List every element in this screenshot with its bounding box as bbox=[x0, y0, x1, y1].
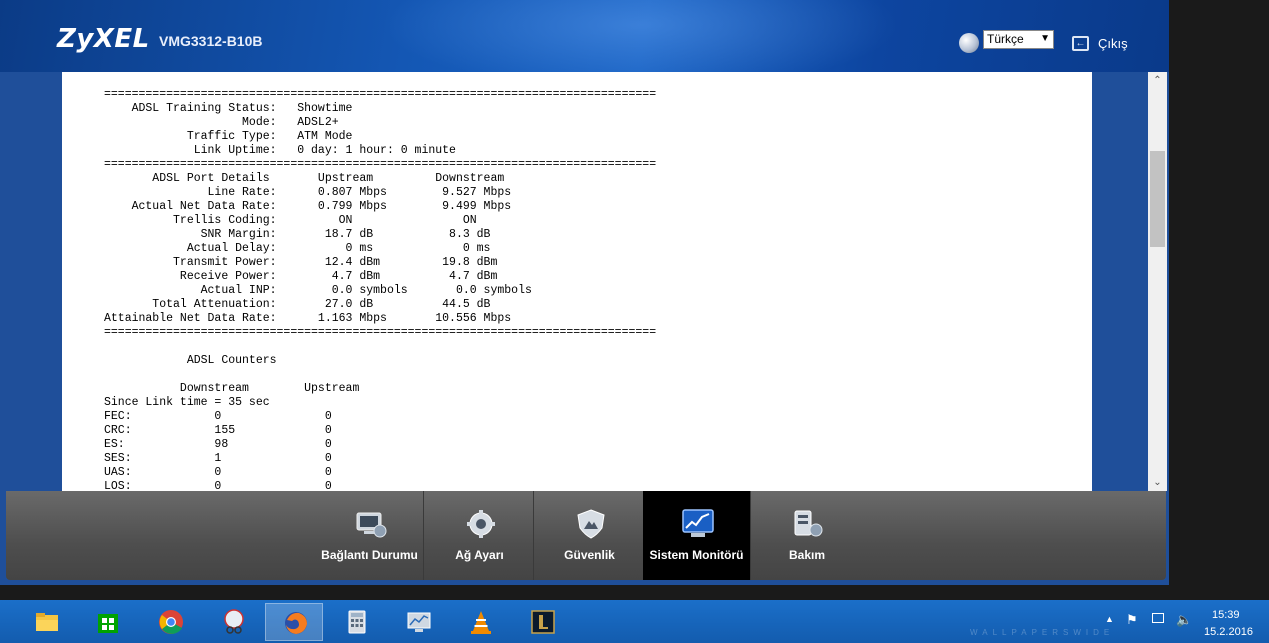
nav-system-monitor-label: Sistem Monitörü bbox=[649, 548, 744, 562]
nav-maintenance-label: Bakım bbox=[788, 548, 826, 562]
logout-link[interactable]: Çıkış bbox=[1098, 36, 1128, 51]
adsl-status-text: Durum: =================================… bbox=[104, 72, 657, 491]
nav-network-settings[interactable]: Ağ Ayarı bbox=[426, 491, 534, 580]
taskbar-store[interactable] bbox=[78, 603, 136, 641]
language-select[interactable]: Türkçe ▼ bbox=[983, 30, 1054, 49]
league-icon bbox=[531, 610, 555, 634]
chrome-icon bbox=[159, 610, 183, 634]
scissors-icon bbox=[224, 609, 244, 634]
system-tray: ▲ ⚑ 🔈 15:39 15.2.2016 bbox=[1100, 600, 1269, 643]
taskbar-file-explorer[interactable] bbox=[17, 603, 75, 641]
tray-overflow-icon[interactable]: ▲ bbox=[1105, 614, 1114, 624]
monitor-network-icon bbox=[356, 512, 387, 538]
clock-time[interactable]: 15:39 bbox=[1212, 609, 1240, 621]
taskbar-firefox[interactable] bbox=[265, 603, 323, 641]
firefox-icon bbox=[285, 612, 307, 634]
calculator-icon bbox=[348, 610, 366, 634]
logout-icon[interactable]: ← bbox=[1072, 36, 1089, 51]
chevron-down-icon: ▼ bbox=[1040, 33, 1050, 44]
taskbar-resource-monitor[interactable] bbox=[389, 603, 447, 641]
scroll-up-arrow-icon[interactable]: ⌃ bbox=[1148, 72, 1167, 89]
content-scrollbar[interactable]: ⌃ ⌄ bbox=[1148, 72, 1167, 491]
chart-monitor-icon bbox=[682, 509, 714, 537]
flag-icon[interactable]: ⚑ bbox=[1126, 612, 1138, 628]
clock-date[interactable]: 15.2.2016 bbox=[1204, 626, 1253, 638]
brand-logo: ZyXEL bbox=[57, 24, 150, 54]
monitor-chart-icon bbox=[407, 612, 431, 632]
taskbar-vlc[interactable] bbox=[451, 603, 509, 641]
taskbar-league-of-legends[interactable] bbox=[513, 603, 571, 641]
taskbar-chrome[interactable] bbox=[141, 603, 199, 641]
language-value: Türkçe bbox=[987, 32, 1024, 46]
bottom-navigation: Bağlantı Durumu Ağ Ayarı Güvenlik Sistem… bbox=[6, 491, 1166, 580]
nav-connection-status[interactable]: Bağlantı Durumu bbox=[316, 491, 424, 580]
store-icon bbox=[98, 614, 118, 633]
folder-icon bbox=[36, 613, 58, 631]
wallpaper-watermark: WALLPAPERSWIDE bbox=[970, 628, 1115, 637]
nav-security-label: Güvenlik bbox=[564, 548, 615, 562]
maintenance-icon bbox=[794, 510, 823, 537]
vlc-cone-icon bbox=[471, 611, 491, 634]
model-name: VMG3312-B10B bbox=[159, 33, 263, 49]
volume-icon[interactable]: 🔈 bbox=[1176, 612, 1192, 628]
nav-maintenance[interactable]: Bakım bbox=[753, 491, 861, 580]
nav-connection-status-label: Bağlantı Durumu bbox=[321, 548, 418, 562]
gear-icon bbox=[467, 510, 495, 538]
globe-icon bbox=[959, 33, 979, 53]
router-window: ZyXEL VMG3312-B10B Türkçe ▼ ← Çıkış Duru… bbox=[0, 0, 1169, 585]
status-panel: Durum: =================================… bbox=[62, 72, 1092, 491]
shield-icon bbox=[577, 509, 605, 539]
taskbar-snipping-tool[interactable] bbox=[204, 603, 262, 641]
nav-security[interactable]: Güvenlik bbox=[536, 491, 644, 580]
taskbar-calculator[interactable] bbox=[327, 603, 385, 641]
header-bar: ZyXEL VMG3312-B10B Türkçe ▼ ← Çıkış bbox=[0, 0, 1169, 90]
network-icon[interactable] bbox=[1152, 613, 1164, 623]
scroll-down-arrow-icon[interactable]: ⌄ bbox=[1148, 474, 1167, 491]
nav-network-settings-label: Ağ Ayarı bbox=[455, 548, 504, 562]
scroll-thumb[interactable] bbox=[1150, 151, 1165, 247]
nav-system-monitor[interactable]: Sistem Monitörü bbox=[643, 491, 751, 580]
